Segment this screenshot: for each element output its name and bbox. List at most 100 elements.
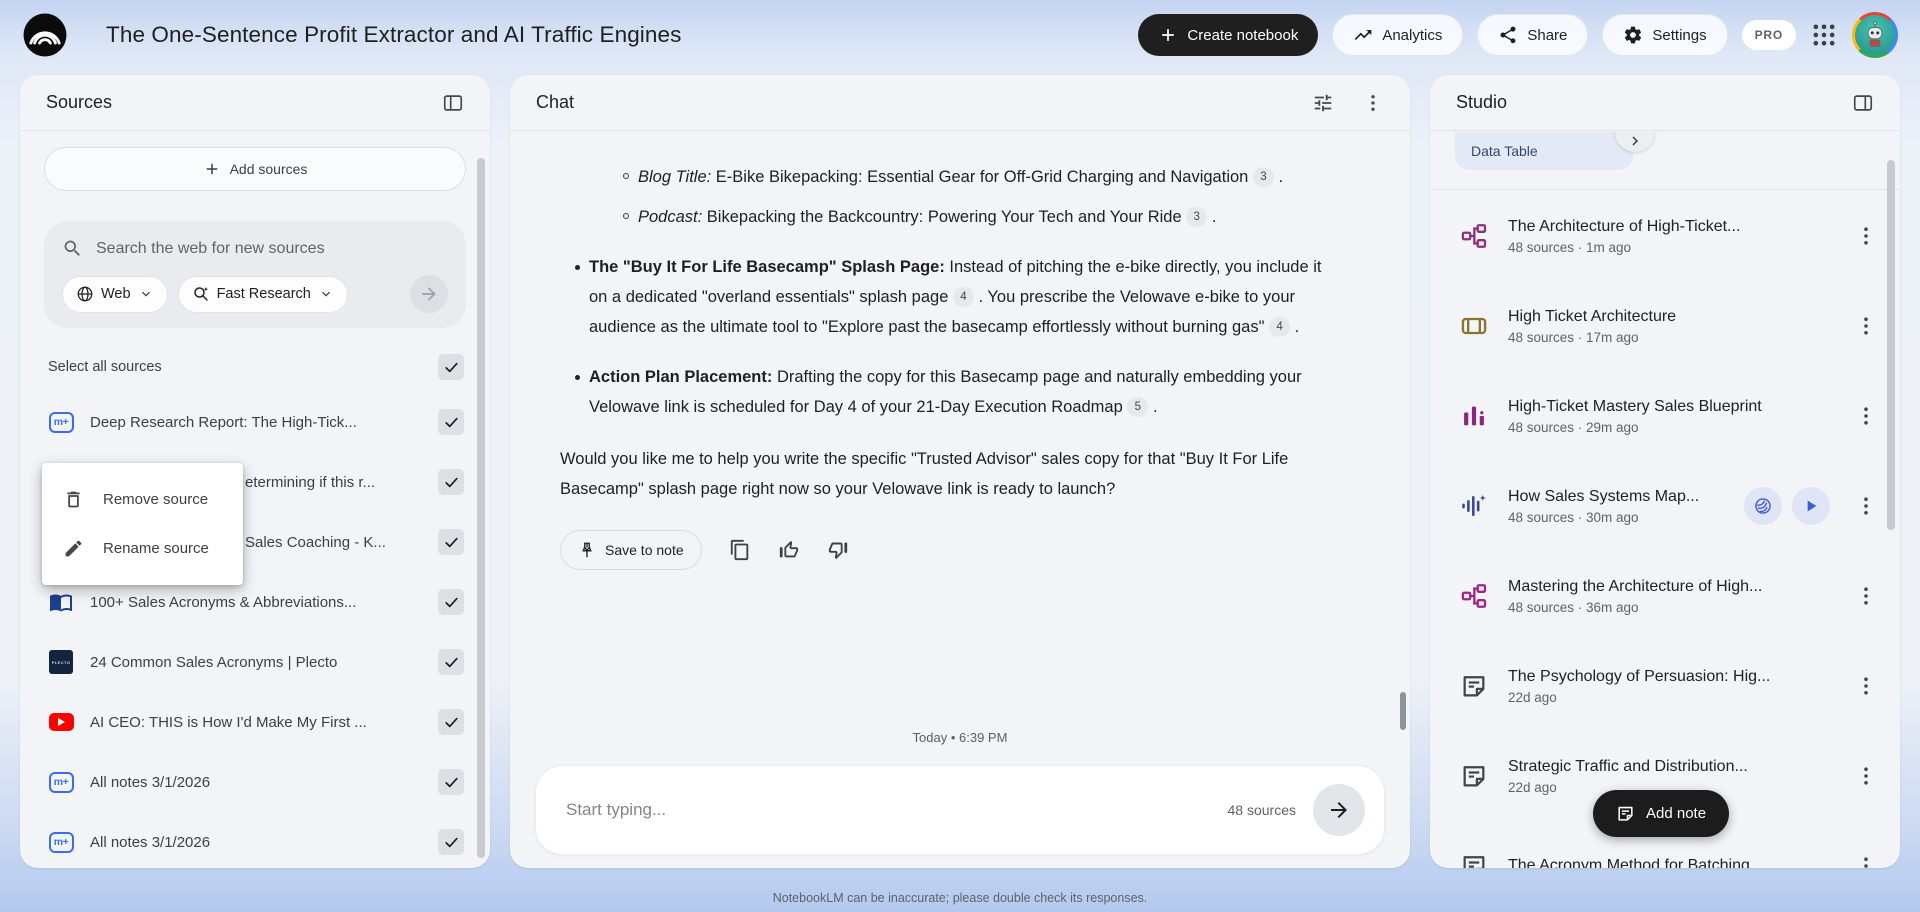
interactive-mode-button[interactable] (1744, 487, 1782, 525)
save-to-note-button[interactable]: Save to note (560, 530, 702, 570)
gear-icon (1623, 25, 1643, 45)
context-menu-label: Rename source (103, 540, 209, 557)
source-checkbox[interactable] (438, 589, 464, 615)
studio-list-item[interactable]: High Ticket Architecture 48 sources · 17m… (1430, 281, 1900, 371)
citation-chip[interactable]: 5 (1127, 397, 1149, 417)
add-note-button[interactable]: Add note (1593, 790, 1730, 837)
avatar-robot-image (1855, 15, 1895, 55)
collapse-studio-panel-icon[interactable] (1852, 92, 1874, 114)
studio-list-item[interactable]: Mastering the Architecture of High... 48 … (1430, 551, 1900, 641)
more-options-icon[interactable] (1854, 404, 1878, 428)
web-filter-dropdown[interactable]: Web (62, 275, 168, 313)
more-options-icon[interactable] (1854, 764, 1878, 788)
web-search-card: Web Fast Research (44, 221, 466, 328)
check-icon (443, 714, 460, 731)
source-title: 100+ Sales Acronyms & Abbreviations... (90, 593, 357, 611)
source-checkbox[interactable] (438, 409, 464, 435)
thumbs-up-icon[interactable] (778, 539, 800, 561)
studio-scrollbar[interactable] (1887, 160, 1895, 530)
chat-input-bar: 48 sources (535, 765, 1385, 855)
chat-sub-block: Blog Title: E-Bike Bikepacking: Essentia… (535, 162, 1340, 192)
context-menu-item-remove-source[interactable]: Remove source (42, 475, 243, 524)
more-options-icon[interactable] (1854, 224, 1878, 248)
source-checkbox[interactable] (438, 469, 464, 495)
source-checkbox[interactable] (438, 769, 464, 795)
studio-list-item[interactable]: High-Ticket Mastery Sales Blueprint 48 so… (1430, 371, 1900, 461)
app-header: The One-Sentence Profit Extractor and AI… (0, 0, 1920, 70)
source-checkbox[interactable] (438, 649, 464, 675)
share-button[interactable]: Share (1477, 14, 1589, 56)
source-checkbox[interactable] (438, 529, 464, 555)
notebooklm-logo-icon[interactable] (22, 12, 68, 58)
more-options-icon[interactable] (1854, 854, 1878, 868)
source-checkbox[interactable] (438, 709, 464, 735)
chat-settings-tune-icon[interactable] (1312, 92, 1334, 114)
more-options-icon[interactable] (1854, 674, 1878, 698)
chat-text: . (1273, 168, 1284, 186)
add-sources-button[interactable]: Add sources (44, 147, 466, 191)
send-message-button[interactable] (1313, 784, 1365, 836)
studio-panel-title: Studio (1456, 92, 1508, 112)
chat-text: Podcast: (638, 208, 703, 226)
source-count-label: 48 sources (1227, 802, 1296, 818)
notedoc-icon (1460, 762, 1488, 790)
flowchart-icon (1460, 582, 1488, 610)
citation-chip[interactable]: 4 (1269, 317, 1291, 337)
collapse-sources-panel-icon[interactable] (442, 92, 464, 114)
source-list-item[interactable]: m+ Deep Research Report: The High-Tick... (20, 392, 490, 452)
citation-chip[interactable]: 4 (952, 287, 974, 307)
note-source-icon: m+ (48, 411, 74, 433)
play-audio-button[interactable] (1792, 487, 1830, 525)
plus-icon (1158, 25, 1178, 45)
play-icon (1801, 496, 1821, 516)
chat-bullet-block: The "Buy It For Life Basecamp" Splash Pa… (535, 252, 1340, 342)
settings-button[interactable]: Settings (1602, 14, 1728, 56)
account-avatar[interactable] (1852, 12, 1898, 58)
source-list-item[interactable]: AI CEO: THIS is How I'd Make My First ..… (20, 692, 490, 752)
data-table-label: Data Table (1471, 143, 1538, 159)
studio-item-title: How Sales Systems Map... (1508, 487, 1700, 505)
research-mode-dropdown[interactable]: Fast Research (177, 275, 348, 313)
trending-up-icon (1353, 25, 1373, 45)
studio-list-item[interactable]: How Sales Systems Map... 48 sources · 30m… (1430, 461, 1900, 551)
source-list-item[interactable]: PLECTO 24 Common Sales Acronyms | Plecto (20, 632, 490, 692)
plecto-favicon: PLECTO (49, 650, 73, 674)
context-menu-item-rename-source[interactable]: Rename source (42, 524, 243, 573)
add-note-label: Add note (1646, 805, 1707, 822)
chat-scrollbar[interactable] (1400, 692, 1406, 730)
chat-input[interactable] (566, 800, 1228, 820)
copy-icon[interactable] (729, 539, 751, 561)
check-icon (443, 414, 460, 431)
thumbs-down-icon[interactable] (827, 539, 849, 561)
context-menu-label: Remove source (103, 491, 209, 508)
chat-more-menu-icon[interactable] (1362, 92, 1384, 114)
flowchart-icon (1460, 222, 1488, 250)
analytics-button[interactable]: Analytics (1332, 14, 1464, 56)
source-search-input[interactable] (96, 239, 448, 258)
source-list-item[interactable]: m+ All notes 3/1/2026 (20, 812, 490, 868)
studio-item-title: High-Ticket Mastery Sales Blueprint (1508, 397, 1762, 415)
source-checkbox[interactable] (438, 829, 464, 855)
studio-list-item[interactable]: The Psychology of Persuasion: Hig... 22d … (1430, 641, 1900, 731)
chat-bullet-block: Action Plan Placement: Drafting the copy… (535, 362, 1340, 422)
studio-item-title: The Psychology of Persuasion: Hig... (1508, 667, 1771, 685)
share-icon (1498, 25, 1518, 45)
bullet-marker (623, 173, 629, 179)
more-options-icon[interactable] (1854, 494, 1878, 518)
source-context-menu: Remove source Rename source (42, 463, 243, 585)
more-options-icon[interactable] (1854, 314, 1878, 338)
citation-chip[interactable]: 3 (1186, 207, 1208, 227)
select-all-checkbox[interactable] (438, 354, 464, 380)
create-notebook-button[interactable]: Create notebook (1138, 14, 1319, 56)
more-options-icon[interactable] (1854, 584, 1878, 608)
source-list-item[interactable]: m+ All notes 3/1/2026 (20, 752, 490, 812)
search-submit-button[interactable] (410, 275, 448, 313)
studio-list-item[interactable]: The Architecture of High-Ticket... 48 sou… (1430, 191, 1900, 281)
arrow-right-icon (1327, 798, 1351, 822)
analytics-label: Analytics (1382, 26, 1443, 44)
citation-chip[interactable]: 3 (1252, 167, 1274, 187)
source-title: All notes 3/1/2026 (90, 833, 211, 851)
sources-scrollbar[interactable] (477, 158, 485, 858)
google-apps-grid-icon[interactable] (1810, 21, 1838, 49)
data-table-tool-chip[interactable]: Data Table (1455, 132, 1633, 170)
